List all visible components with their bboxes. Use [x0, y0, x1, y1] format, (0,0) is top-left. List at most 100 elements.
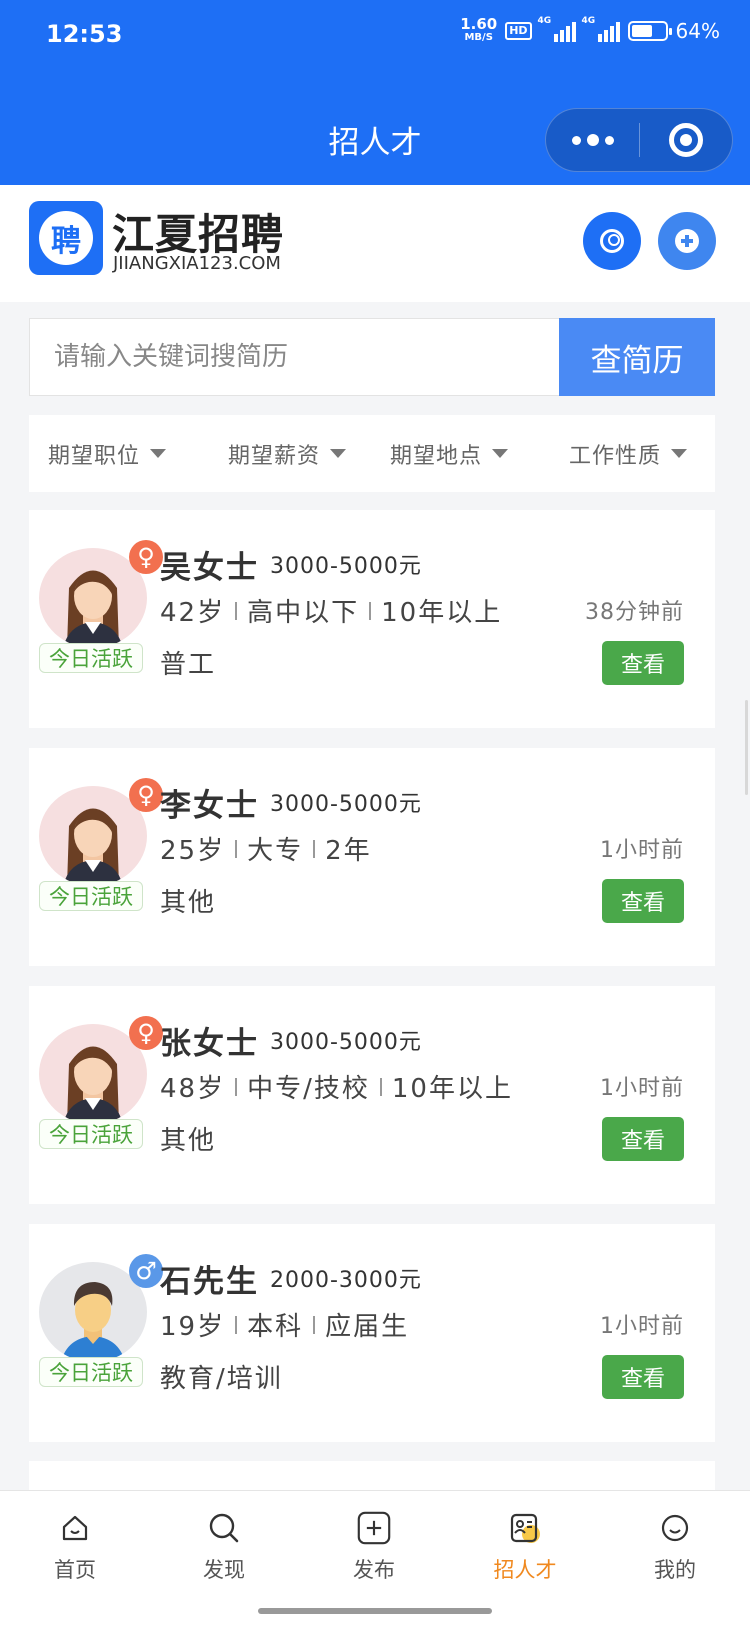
meta-divider	[379, 1077, 382, 1096]
candidate-meta: 19岁 本科 应届生	[160, 1306, 409, 1343]
avatar: ♂	[39, 1254, 163, 1362]
search-icon	[207, 1511, 241, 1545]
signal-label: 4G	[581, 16, 596, 26]
signal-icon: 4G	[538, 16, 576, 42]
gender-female-icon: ♀	[129, 540, 163, 574]
candidate-salary: 2000-3000元	[270, 1268, 422, 1293]
active-today-badge: 今日活跃	[39, 1357, 143, 1387]
search-resume-button[interactable]: 查简历	[559, 318, 715, 396]
meta-divider	[235, 1077, 238, 1096]
tab-label: 招人才	[493, 1558, 557, 1582]
active-today-badge: 今日活跃	[39, 643, 143, 673]
user-icon	[600, 229, 624, 253]
view-button[interactable]: 查看	[602, 641, 684, 685]
plus-icon	[675, 229, 699, 253]
filter-salary[interactable]: 期望薪资	[228, 415, 347, 492]
brand-header: 聘 江夏招聘 JIIANGXIA123.COM	[0, 185, 750, 302]
home-indicator	[258, 1608, 492, 1614]
signal-label: 4G	[537, 16, 552, 26]
user-button[interactable]	[583, 212, 641, 270]
candidate-card[interactable]: ♀ 今日活跃 吴女士 3000-5000元 42岁 高中以下 10年以上普工 38分钟前查看	[29, 510, 715, 728]
meta-divider	[235, 839, 238, 858]
filter-bar: 期望职位 期望薪资 期望地点 工作性质	[29, 415, 715, 492]
bottom-tab-bar: 首页 发现 发布 招人才 我的	[0, 1490, 750, 1625]
view-button[interactable]: 查看	[602, 879, 684, 923]
view-button[interactable]: 查看	[602, 1355, 684, 1399]
tab-recruit[interactable]: 招人才	[465, 1511, 585, 1584]
meta-divider	[235, 601, 238, 620]
candidate-education: 高中以下	[247, 598, 360, 628]
battery-percent: 64%	[675, 19, 720, 43]
candidate-age: 48岁	[160, 1074, 226, 1104]
search-bar: 查简历	[29, 318, 715, 396]
target-close-icon[interactable]	[640, 109, 732, 171]
hd-icon: HD	[505, 22, 532, 40]
meta-divider	[313, 839, 316, 858]
candidate-update-time: 1小时前	[600, 1076, 684, 1101]
candidate-salary: 3000-5000元	[270, 1030, 422, 1055]
avatar: ♀	[39, 778, 163, 886]
candidate-job: 教育/培训	[160, 1364, 283, 1394]
net-speed-unit: MB/S	[464, 32, 493, 43]
home-icon	[58, 1511, 92, 1545]
search-input[interactable]	[29, 318, 559, 396]
candidate-card[interactable]: ♀ 今日活跃 张女士 3000-5000元 48岁 中专/技校 10年以上 其他 1小时前 查看	[29, 986, 715, 1204]
candidate-salary: 3000-5000元	[270, 792, 422, 817]
candidate-update-time: 1小时前	[600, 838, 684, 863]
tab-publish[interactable]: 发布	[314, 1511, 434, 1584]
net-speed-value: 1.60	[460, 15, 498, 33]
candidate-name: 李女士	[160, 788, 259, 824]
candidate-name: 吴女士	[160, 550, 259, 586]
gender-male-icon: ♂	[129, 1254, 163, 1288]
tab-home[interactable]: 首页	[15, 1511, 135, 1584]
active-today-badge: 今日活跃	[39, 881, 143, 911]
caret-down-icon	[150, 449, 167, 458]
filter-location[interactable]: 期望地点	[390, 415, 509, 492]
candidate-meta: 48岁 中专/技校 10年以上	[160, 1068, 513, 1105]
filter-position[interactable]: 期望职位	[48, 415, 167, 492]
candidate-experience: 2年	[325, 836, 372, 866]
tab-label: 发布	[353, 1558, 395, 1582]
list-item-partial	[29, 1461, 715, 1491]
candidate-experience: 10年以上	[381, 598, 503, 628]
gender-female-icon: ♀	[129, 778, 163, 812]
active-today-badge: 今日活跃	[39, 1119, 143, 1149]
candidate-age: 19岁	[160, 1312, 226, 1342]
caret-down-icon	[671, 449, 688, 458]
meta-divider	[235, 1315, 238, 1334]
candidate-update-time: 38分钟前	[585, 600, 684, 625]
tab-label: 发现	[203, 1558, 245, 1582]
view-button[interactable]: 查看	[602, 1117, 684, 1161]
candidate-experience: 应届生	[325, 1312, 410, 1342]
filter-label: 期望地点	[390, 443, 483, 469]
scrollbar[interactable]	[745, 700, 748, 795]
resume-icon	[508, 1511, 542, 1545]
meta-divider	[369, 601, 372, 620]
brand-logo-char: 聘	[39, 211, 93, 265]
add-button[interactable]	[658, 212, 716, 270]
meta-divider	[313, 1315, 316, 1334]
candidate-education: 中专/技校	[247, 1074, 370, 1104]
candidate-card[interactable]: ♂ 今日活跃 石先生 2000-3000元 19岁 本科 应届生 教育/培训 1小时前 查看	[29, 1224, 715, 1442]
battery-icon	[627, 21, 672, 41]
candidate-salary: 3000-5000元	[270, 554, 422, 579]
brand-url: JIIANGXIA123.COM	[113, 253, 281, 274]
more-dots-icon[interactable]	[546, 109, 639, 171]
candidate-meta: 42岁 高中以下 10年以上	[160, 592, 502, 629]
tab-discover[interactable]: 发现	[164, 1511, 284, 1584]
candidate-age: 42岁	[160, 598, 226, 628]
candidate-name: 石先生	[160, 1264, 259, 1300]
avatar: ♀	[39, 540, 163, 648]
candidate-job: 普工	[160, 650, 217, 680]
status-time: 12:53	[46, 20, 123, 48]
candidate-job: 其他	[160, 888, 217, 918]
brand-logo: 聘	[29, 201, 103, 275]
status-indicators: 1.60 MB/S HD 4G 4G 64%	[460, 15, 720, 44]
candidate-card[interactable]: ♀ 今日活跃 李女士 3000-5000元 25岁 大专 2年 其他 1小时前 查看	[29, 748, 715, 966]
caret-down-icon	[330, 449, 347, 458]
filter-job-type[interactable]: 工作性质	[569, 415, 688, 492]
tab-mine[interactable]: 我的	[615, 1511, 735, 1584]
candidate-experience: 10年以上	[391, 1074, 513, 1104]
miniprogram-capsule	[545, 108, 733, 172]
candidate-education: 大专	[247, 836, 304, 866]
